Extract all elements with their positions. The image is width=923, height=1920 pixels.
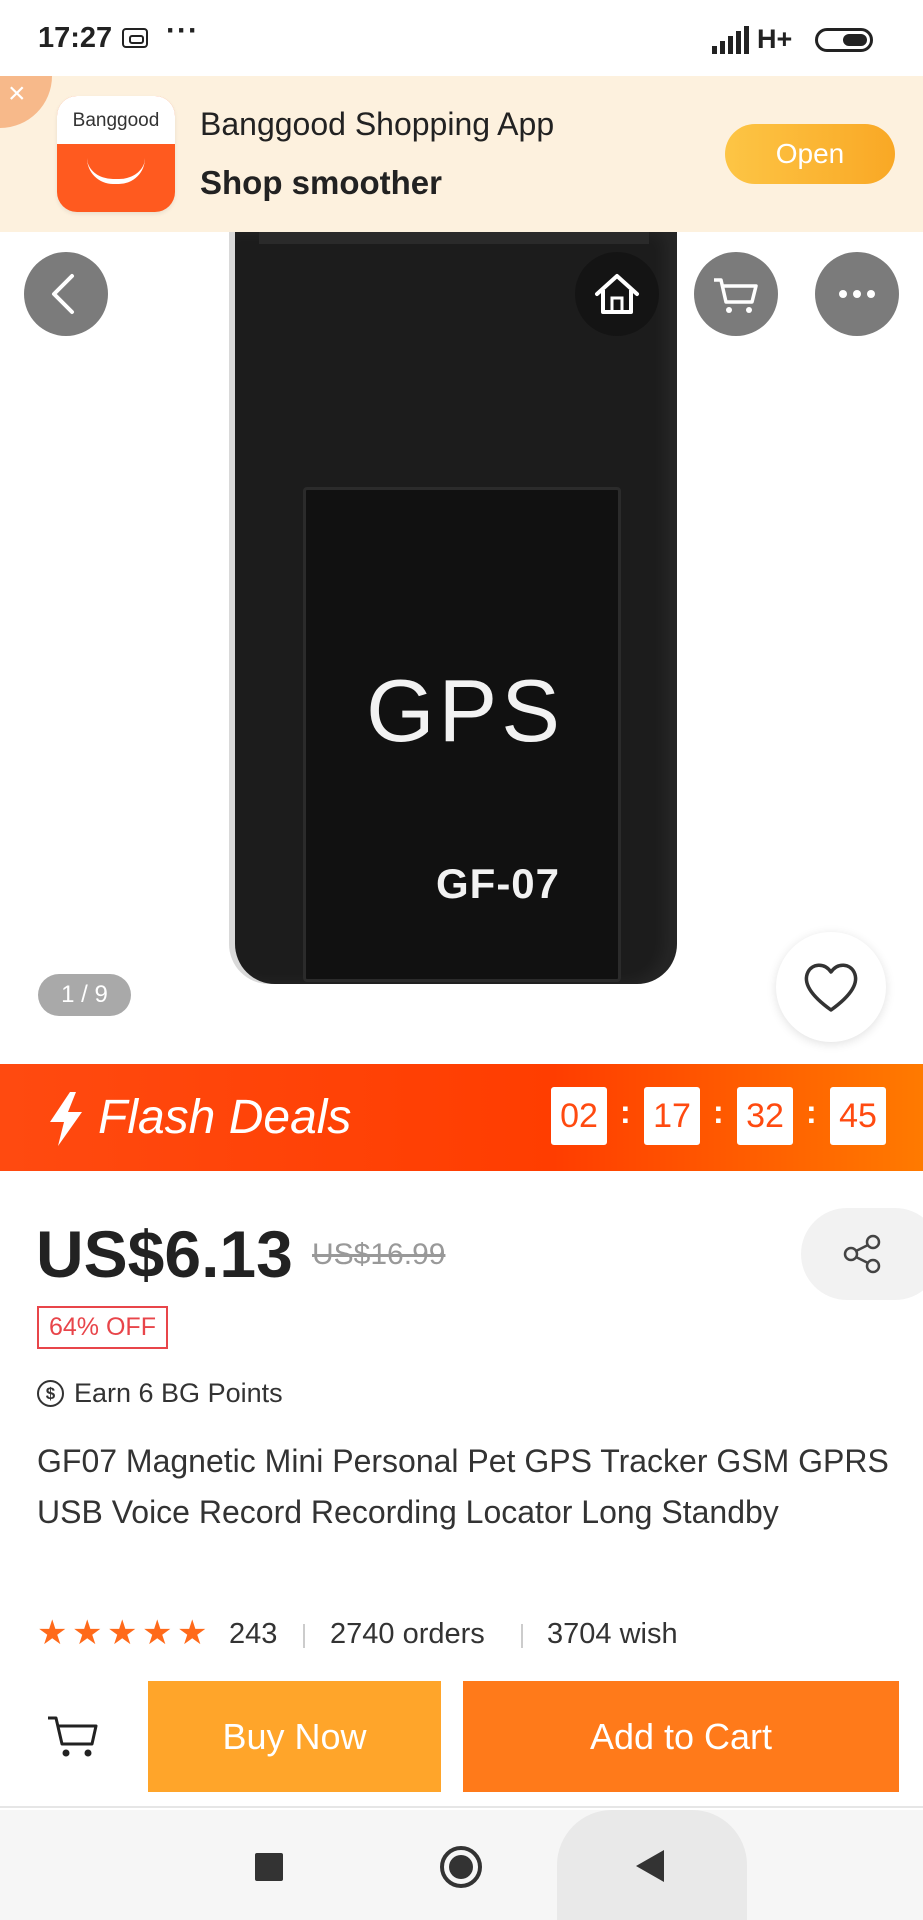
divider xyxy=(303,1624,305,1648)
device-model-label: GF-07 xyxy=(436,860,561,907)
system-back-icon[interactable] xyxy=(636,1850,664,1882)
dollar-coin-icon: $ xyxy=(37,1380,64,1407)
review-count: 243 xyxy=(229,1618,278,1650)
battery-icon xyxy=(815,28,873,52)
cart-shortcut-button[interactable] xyxy=(40,1702,106,1768)
lightning-icon xyxy=(50,1092,82,1146)
cart-icon xyxy=(714,278,758,313)
divider xyxy=(521,1624,523,1648)
banner-subtitle: Shop smoother xyxy=(200,164,443,201)
add-to-cart-button[interactable]: Add to Cart xyxy=(463,1681,899,1792)
status-more-dots: ··· xyxy=(166,14,199,47)
app-install-banner: × Banggood Banggood Shopping App Shop sm… xyxy=(0,76,923,232)
original-price: US$16.99 xyxy=(312,1238,446,1271)
heart-icon xyxy=(804,963,858,1012)
wishlist-button[interactable] xyxy=(776,932,886,1042)
bg-points-text: Earn 6 BG Points xyxy=(74,1378,283,1408)
logo-smile-icon xyxy=(87,158,145,184)
image-counter: 1 / 9 xyxy=(38,974,131,1016)
home-icon xyxy=(595,274,639,314)
logo-wordmark: Banggood xyxy=(57,96,175,144)
system-navigation-bar xyxy=(0,1810,923,1920)
banner-close-button[interactable]: × xyxy=(0,76,52,128)
star-icon: ★ xyxy=(72,1614,103,1652)
timer-minutes: 17 xyxy=(644,1087,700,1145)
home-button[interactable] xyxy=(575,252,659,336)
device-top-edge xyxy=(259,232,649,244)
device-gps-label: GPS xyxy=(366,661,564,760)
timer-separator: : xyxy=(806,1094,817,1130)
cart-icon xyxy=(48,1716,98,1757)
open-app-button[interactable]: Open xyxy=(725,124,895,184)
flash-deals-bar[interactable]: Flash Deals 02 : 17 : 32 : 45 xyxy=(0,1064,923,1171)
discount-badge: 64% OFF xyxy=(37,1306,168,1349)
timer-hours: 02 xyxy=(551,1087,607,1145)
star-icon: ★ xyxy=(37,1614,68,1652)
status-time: 17:27 xyxy=(38,22,113,54)
sim-card-icon xyxy=(122,28,148,48)
flash-deals-title: Flash Deals xyxy=(98,1091,352,1144)
signal-icon xyxy=(712,26,749,54)
device-front-panel: GPS GF-07 xyxy=(303,487,621,982)
orders-count: 2740 orders xyxy=(330,1618,485,1650)
back-icon xyxy=(52,274,74,314)
system-home-icon[interactable] xyxy=(440,1846,482,1888)
more-icon xyxy=(839,290,875,298)
bottom-action-bar: Buy Now Add to Cart xyxy=(0,1660,923,1808)
star-icon: ★ xyxy=(177,1614,208,1652)
banggood-logo: Banggood xyxy=(57,96,175,212)
star-icon: ★ xyxy=(107,1614,138,1652)
share-icon xyxy=(843,1234,881,1274)
timer-seconds: 32 xyxy=(737,1087,793,1145)
cart-button[interactable] xyxy=(694,252,778,336)
rating-row[interactable]: ★ ★ ★ ★ ★ 243 2740 orders 3704 wish xyxy=(37,1614,897,1654)
wish-count: 3704 wish xyxy=(547,1618,678,1650)
timer-separator: : xyxy=(620,1094,631,1130)
current-price: US$6.13 xyxy=(36,1217,293,1291)
status-bar: 17:27 ··· H+ xyxy=(0,0,923,76)
product-image-gallery[interactable]: GPS GF-07 1 / 9 xyxy=(0,232,923,1064)
network-type-label: H+ xyxy=(757,24,793,54)
recents-icon[interactable] xyxy=(255,1853,283,1881)
product-title: GF07 Magnetic Mini Personal Pet GPS Trac… xyxy=(37,1443,889,1530)
buy-now-button[interactable]: Buy Now xyxy=(148,1681,441,1792)
timer-centiseconds: 45 xyxy=(830,1087,886,1145)
timer-separator: : xyxy=(713,1094,724,1130)
banner-title: Banggood Shopping App xyxy=(200,106,555,142)
close-icon: × xyxy=(8,77,26,110)
share-button[interactable] xyxy=(801,1208,923,1300)
product-image: GPS GF-07 xyxy=(235,232,677,984)
star-icon: ★ xyxy=(142,1614,173,1652)
back-button[interactable] xyxy=(24,252,108,336)
more-button[interactable] xyxy=(815,252,899,336)
